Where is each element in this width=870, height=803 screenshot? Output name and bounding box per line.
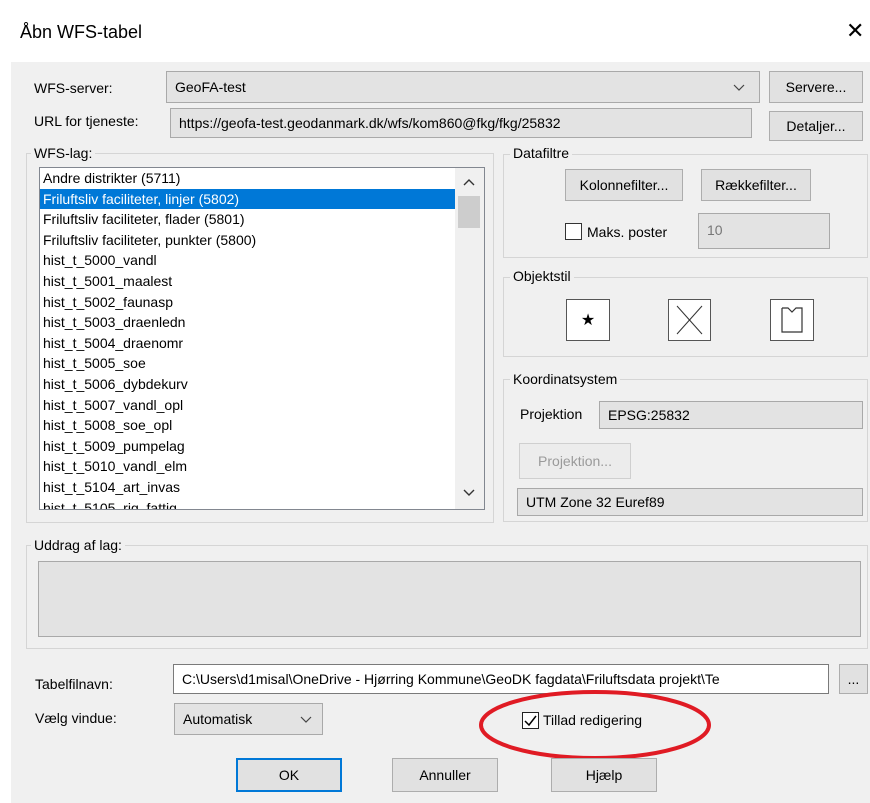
choose-window-select[interactable]: Automatisk xyxy=(174,703,323,735)
layer-list-item[interactable]: hist_t_5003_draenledn xyxy=(40,312,484,333)
coordsystem-title: Koordinatsystem xyxy=(510,371,621,387)
max-records-label: Maks. poster xyxy=(587,224,668,240)
objectstyle-title: Objektstil xyxy=(510,268,574,284)
projection-label: Projektion xyxy=(520,406,583,422)
layer-list-item[interactable]: hist_t_5001_maalest xyxy=(40,271,484,292)
help-button[interactable]: Hjælp xyxy=(551,758,657,792)
table-filename-label: Tabelfilnavn: xyxy=(35,676,113,692)
polygon-icon xyxy=(781,307,803,333)
wfs-server-value: GeoFA-test xyxy=(175,79,246,95)
url-field[interactable]: https://geofa-test.geodanmark.dk/wfs/kom… xyxy=(170,108,752,138)
annotation-ellipse xyxy=(479,690,711,760)
layer-list-item[interactable]: Friluftsliv faciliteter, punkter (5800) xyxy=(40,230,484,251)
projection-field[interactable]: EPSG:25832 xyxy=(599,401,863,429)
browse-button[interactable]: ... xyxy=(839,664,868,694)
layer-list-item[interactable]: hist_t_5008_soe_opl xyxy=(40,415,484,436)
cancel-button[interactable]: Annuller xyxy=(392,758,498,792)
coordsystem-name-field[interactable]: UTM Zone 32 Euref89 xyxy=(517,488,863,516)
cross-line-icon xyxy=(676,305,703,335)
choose-window-value: Automatisk xyxy=(183,711,253,727)
extract-textarea[interactable] xyxy=(38,561,861,637)
details-button[interactable]: Detaljer... xyxy=(769,111,863,141)
url-label: URL for tjeneste: xyxy=(34,113,139,129)
scroll-down-icon[interactable] xyxy=(463,489,475,497)
close-icon[interactable]: ✕ xyxy=(846,18,864,44)
layer-list-item[interactable]: hist_t_5002_faunasp xyxy=(40,292,484,313)
wfs-layers-label: WFS-lag: xyxy=(31,145,96,161)
wfs-server-label: WFS-server: xyxy=(34,80,113,96)
extract-label: Uddrag af lag: xyxy=(31,537,125,553)
max-records-field[interactable]: 10 xyxy=(698,213,830,249)
servers-button[interactable]: Servere... xyxy=(769,71,863,103)
chevron-down-icon xyxy=(300,716,312,723)
layer-list-item[interactable]: hist_t_5010_vandl_elm xyxy=(40,456,484,477)
scrollbar-thumb[interactable] xyxy=(458,196,480,228)
layer-list-item[interactable]: hist_t_5009_pumpelag xyxy=(40,436,484,457)
projection-button[interactable]: Projektion... xyxy=(519,443,631,479)
ok-button[interactable]: OK xyxy=(236,758,342,792)
layer-items: Andre distrikter (5711) Friluftsliv facil… xyxy=(40,168,484,510)
layer-list-item[interactable]: Andre distrikter (5711) xyxy=(40,168,484,189)
window-title: Åbn WFS-tabel xyxy=(20,22,143,42)
layer-list-item[interactable]: hist_t_5105_rig_fattig xyxy=(40,498,484,510)
datafilters-title: Datafiltre xyxy=(510,145,573,161)
column-filter-button[interactable]: Kolonnefilter... xyxy=(565,169,683,201)
line-style-icon[interactable] xyxy=(668,299,711,341)
region-style-icon[interactable] xyxy=(770,299,814,341)
point-style-icon[interactable]: ★ xyxy=(566,299,610,341)
max-records-checkbox[interactable] xyxy=(565,223,582,240)
row-filter-button[interactable]: Rækkefilter... xyxy=(701,169,811,201)
layer-list-item[interactable]: hist_t_5007_vandl_opl xyxy=(40,395,484,416)
layer-list-item[interactable]: hist_t_5000_vandl xyxy=(40,250,484,271)
chevron-down-icon xyxy=(733,84,745,91)
layer-list-item[interactable]: Friluftsliv faciliteter, flader (5801) xyxy=(40,209,484,230)
wfs-server-select[interactable]: GeoFA-test xyxy=(166,71,760,103)
layer-list-item[interactable]: hist_t_5104_art_invas xyxy=(40,477,484,498)
layer-list-item[interactable]: hist_t_5004_draenomr xyxy=(40,333,484,354)
layer-list-item[interactable]: hist_t_5006_dybdekurv xyxy=(40,374,484,395)
layer-list-item[interactable]: Friluftsliv faciliteter, linjer (5802) xyxy=(40,188,484,210)
choose-window-label: Vælg vindue: xyxy=(35,710,117,726)
layer-list-item[interactable]: hist_t_5005_soe xyxy=(40,353,484,374)
wfs-layers-list[interactable]: Andre distrikter (5711) Friluftsliv facil… xyxy=(39,167,485,510)
scroll-up-icon[interactable] xyxy=(463,178,475,186)
